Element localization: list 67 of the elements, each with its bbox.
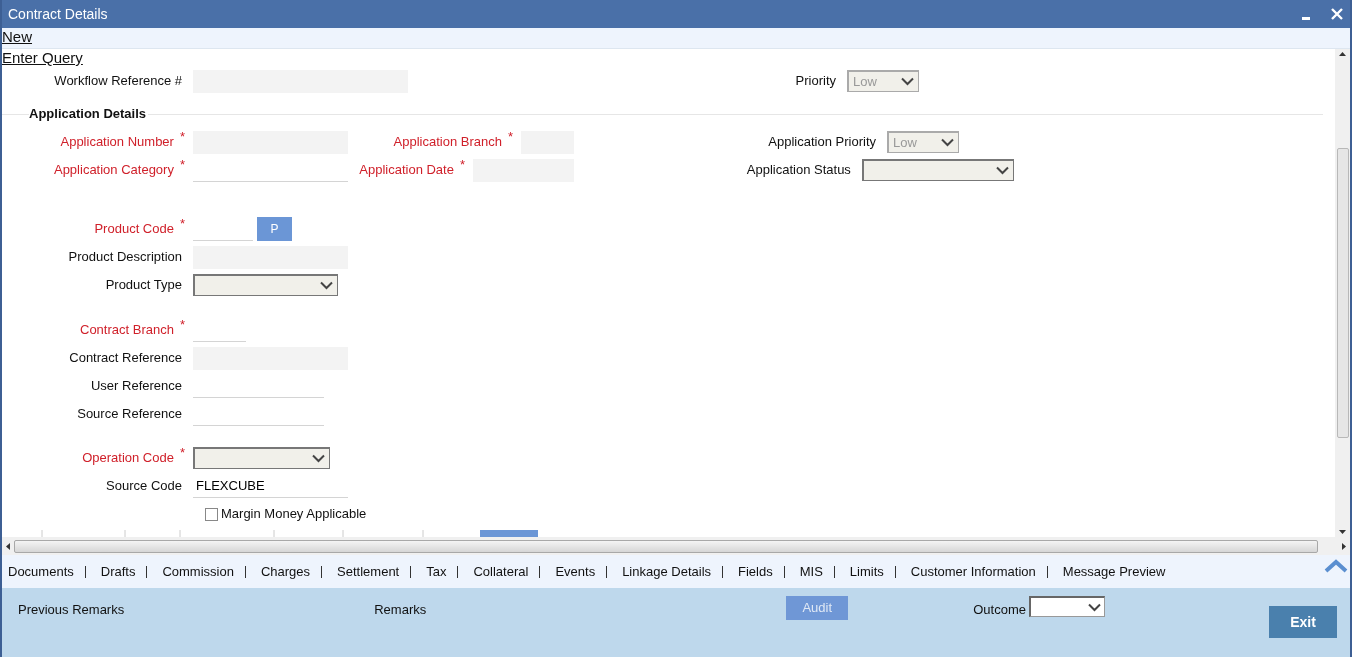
collapse-icon[interactable] <box>1324 559 1348 573</box>
scroll-left-icon[interactable] <box>6 542 10 550</box>
field-label: Application Date <box>359 161 455 180</box>
window-title: Contract Details <box>8 4 109 24</box>
tab-link[interactable]: Limits <box>849 561 895 582</box>
field-label: Product Type <box>105 276 183 295</box>
tab-link[interactable]: Message Preview <box>1062 561 1177 582</box>
tab-link[interactable]: Fields <box>738 561 784 582</box>
dropdown[interactable] <box>861 159 1014 181</box>
tab-link[interactable]: Charges <box>260 561 322 582</box>
remarks-label: Previous Remarks <box>18 601 125 619</box>
tab-link[interactable]: Documents <box>8 561 85 582</box>
field-label: User Reference <box>90 377 183 396</box>
tab-link[interactable]: Linkage Details <box>622 561 723 582</box>
tab-link[interactable]: Drafts <box>100 561 147 582</box>
toolbar-link[interactable]: Enter Query <box>2 49 83 67</box>
scroll-right-icon[interactable] <box>1342 542 1346 550</box>
field-label: Product Description <box>68 248 183 267</box>
required-mark: * <box>179 160 185 175</box>
dropdown[interactable] <box>193 447 330 469</box>
field-label: Contract Reference <box>69 349 183 368</box>
outcome-dropdown[interactable] <box>1028 596 1105 617</box>
tab-link[interactable]: Commission <box>162 561 245 582</box>
chevron-icon <box>312 454 325 463</box>
required-mark: * <box>179 448 185 463</box>
tab-link[interactable]: Collateral <box>473 561 540 582</box>
tab-link[interactable]: Events <box>555 561 607 582</box>
vertical-scrollbar[interactable] <box>1335 49 1350 537</box>
scroll-down-icon[interactable] <box>1339 530 1346 534</box>
field-label: Priority <box>795 72 837 91</box>
tab-link[interactable]: Customer Information <box>910 561 1047 582</box>
checkbox-label: Margin Money Applicable <box>221 505 367 524</box>
field-label: Source Reference <box>77 405 183 424</box>
toolbar-link[interactable]: New <box>2 28 32 46</box>
remarks-label: Remarks <box>374 601 427 619</box>
tab-indicator <box>480 530 538 537</box>
field-label: Product Code <box>94 220 175 239</box>
chevron-icon <box>901 77 914 86</box>
field-label: Contract Branch <box>80 321 175 340</box>
field-label: Application Category <box>53 161 175 180</box>
chevron-icon <box>996 166 1009 175</box>
required-mark: * <box>507 132 513 147</box>
horizontal-scrollbar[interactable] <box>2 537 1350 555</box>
field-label: Application Priority <box>768 133 877 152</box>
section-title: Application Details <box>29 106 149 122</box>
field-label: Application Branch <box>393 133 503 152</box>
field-label: Operation Code <box>82 449 175 468</box>
field-label: Workflow Reference # <box>54 72 183 91</box>
chevron-icon <box>1087 602 1101 612</box>
tab-link[interactable]: Tax <box>426 561 458 582</box>
required-mark: * <box>459 160 465 175</box>
tab-link[interactable]: MIS <box>799 561 834 582</box>
required-mark: * <box>179 320 185 335</box>
chevron-icon <box>320 281 333 290</box>
required-mark: * <box>179 132 185 147</box>
tab-link[interactable]: Settlement <box>337 561 411 582</box>
outcome-label: Outcome <box>973 601 1026 619</box>
field-label: Application Status <box>746 161 852 180</box>
checkbox[interactable] <box>205 507 218 521</box>
required-mark: * <box>179 219 185 234</box>
field-label: Application Number <box>60 133 175 152</box>
chevron-icon <box>941 138 954 147</box>
dropdown[interactable] <box>193 274 338 296</box>
scroll-up-icon[interactable] <box>1339 52 1346 56</box>
close-icon[interactable] <box>1330 7 1344 21</box>
exit-button[interactable]: Exit <box>1269 606 1337 638</box>
field-label: Source Code <box>106 477 183 496</box>
